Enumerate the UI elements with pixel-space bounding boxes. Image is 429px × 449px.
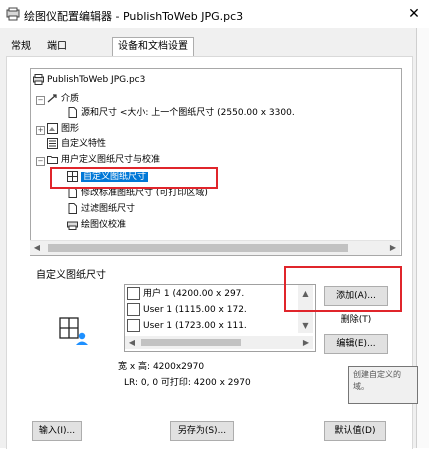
tree-item-source-size[interactable]: 源和尺寸 <大小: 上一个图纸尺寸 (2550.00 x 3300. [67, 107, 295, 120]
scrollbar-thumb[interactable] [141, 339, 241, 346]
tree-item-custom-properties[interactable]: 自定义特性 [47, 138, 106, 151]
list-item[interactable]: User 1 (1723.00 x 111. [127, 319, 247, 333]
tooltip-line: 创建自定义的 [353, 370, 401, 379]
tree-root-label: PublishToWeb JPG.pc3 [47, 75, 146, 85]
delete-button[interactable]: 删除(T) [324, 310, 388, 330]
paper-preview-icon [59, 317, 88, 345]
title-bar: 绘图仪配置编辑器 - PublishToWeb JPG.pc3 ✕ [0, 0, 429, 28]
page-icon [127, 303, 140, 316]
expander-media[interactable]: − [36, 96, 45, 105]
tree-item-filter-paper[interactable]: 过滤图纸尺寸 [67, 203, 135, 216]
plotter-icon [33, 74, 44, 85]
tab-device-document-settings[interactable]: 设备和文档设置 [112, 37, 194, 57]
tree-item-label: 介质 [61, 94, 80, 104]
tree-item-label: 自定义特性 [61, 139, 107, 149]
tree-item-label: 源和尺寸 <大小: 上一个图纸尺寸 (2550.00 x 3300. [81, 108, 295, 118]
calibration-icon [67, 221, 78, 230]
list-item[interactable]: 用户 1 (4200.00 x 297. [127, 287, 244, 301]
scroll-right-arrow-icon[interactable]: ▶ [299, 336, 313, 349]
page-icon [127, 287, 140, 300]
scroll-left-arrow-icon[interactable]: ◀ [30, 241, 44, 255]
size-printable-area: LR: 0, 0 可打印: 4200 x 2970 [124, 378, 251, 388]
list-item[interactable]: User 1 (1115.00 x 172. [127, 303, 247, 317]
tab-general[interactable]: 常规 [6, 38, 36, 56]
import-button[interactable]: 输入(I)... [32, 421, 82, 441]
scroll-down-arrow-icon[interactable]: ▼ [298, 319, 313, 333]
plotter-config-editor-window: 绘图仪配置编辑器 - PublishToWeb JPG.pc3 ✕ 常规 端口 … [0, 0, 429, 449]
expander-user-paper[interactable]: − [36, 157, 45, 166]
scroll-right-arrow-icon[interactable]: ▶ [386, 241, 400, 255]
media-icon [47, 94, 57, 103]
highlight-box-tree-selection [50, 167, 218, 189]
custom-paper-sizes-label: 自定义图纸尺寸 [36, 270, 106, 281]
close-button[interactable]: ✕ [404, 4, 424, 24]
tree-item-label: 图形 [61, 124, 80, 134]
window-title: 绘图仪配置编辑器 - PublishToWeb JPG.pc3 [24, 10, 244, 23]
scrollbar-thumb[interactable] [48, 244, 348, 252]
tooltip: 创建自定义的 域。 [348, 366, 418, 404]
expander-graphics[interactable]: + [36, 126, 45, 135]
tab-ports[interactable]: 端口 [42, 38, 72, 56]
tree-item-plotter-calibration[interactable]: 绘图仪校准 [67, 219, 126, 232]
tree-item-user-defined-paper[interactable]: 用户定义图纸尺寸与校准 [47, 154, 160, 167]
scroll-left-arrow-icon[interactable]: ◀ [125, 336, 139, 349]
properties-icon [47, 138, 58, 149]
plotter-app-icon [6, 7, 20, 21]
edit-button[interactable]: 编辑(E)... [324, 334, 388, 354]
settings-tree[interactable]: PublishToWeb JPG.pc3 − 介质 源和尺寸 <大小: 上一个图… [30, 68, 402, 256]
page-icon [68, 203, 77, 214]
defaults-button[interactable]: 默认值(D) [324, 421, 386, 441]
tree-item-label: 修改标准图纸尺寸 (可打印区域) [81, 188, 208, 198]
tree-item-label: 绘图仪校准 [81, 220, 127, 230]
size-width-height: 宽 x 高: 4200x2970 [118, 362, 205, 372]
highlight-box-add-button [284, 266, 402, 312]
page-icon [68, 107, 77, 118]
graphics-icon [47, 123, 58, 134]
tooltip-line: 域。 [353, 382, 369, 391]
tree-horizontal-scrollbar[interactable]: ◀ ▶ [30, 240, 400, 255]
folder-icon [47, 156, 58, 164]
page-icon [127, 319, 140, 332]
list-horizontal-scrollbar[interactable]: ◀ ▶ [125, 336, 313, 349]
tree-root[interactable]: PublishToWeb JPG.pc3 [33, 74, 145, 87]
tree-item-graphics[interactable]: 图形 [47, 123, 79, 136]
save-as-button[interactable]: 另存为(S)... [170, 421, 234, 441]
tree-item-label: 过滤图纸尺寸 [81, 204, 136, 214]
tree-item-label: 用户定义图纸尺寸与校准 [61, 155, 161, 165]
tree-item-media[interactable]: 介质 [47, 93, 79, 106]
